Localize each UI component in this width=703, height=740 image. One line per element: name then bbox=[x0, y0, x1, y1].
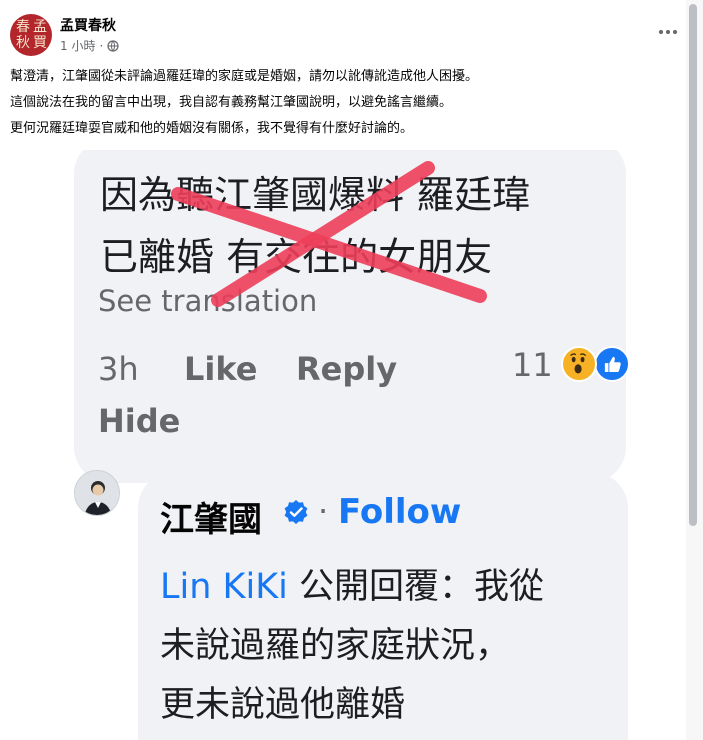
avatar-char: 春 bbox=[16, 19, 30, 35]
meta-separator: · bbox=[99, 38, 104, 53]
post-author[interactable]: 孟買春秋 bbox=[60, 15, 116, 35]
avatar-char: 買 bbox=[33, 35, 47, 51]
mention-link: Lin KiKi bbox=[160, 567, 288, 607]
more-options-icon[interactable] bbox=[652, 22, 684, 42]
name-separator: · bbox=[318, 492, 329, 530]
post-line: 幫澄清，江肇國從未評論過羅廷瑋的家庭或是婚姻，請勿以訛傳訛造成他人困擾。 bbox=[10, 69, 479, 84]
follow-button: Follow bbox=[338, 492, 462, 532]
post-header: 春 孟 秋 買 孟買春秋 1 小時 · 幫澄清，江肇國從未評論過羅廷瑋的家庭或是… bbox=[0, 0, 686, 150]
like-reaction-icon bbox=[594, 346, 630, 382]
scrollbar-thumb[interactable] bbox=[689, 4, 697, 526]
avatar-char: 孟 bbox=[33, 19, 47, 35]
see-translation-link: See translation bbox=[98, 284, 318, 318]
reply-line: Lin KiKi 公開回覆：我從 bbox=[160, 558, 544, 609]
reply-author: 江肇國 bbox=[160, 500, 262, 540]
avatar-char: 秋 bbox=[16, 35, 30, 51]
page-avatar[interactable]: 春 孟 秋 買 bbox=[10, 14, 52, 56]
reply-avatar bbox=[74, 470, 120, 516]
post-body: 幫澄清，江肇國從未評論過羅廷瑋的家庭或是婚姻，請勿以訛傳訛造成他人困擾。 這個說… bbox=[10, 64, 680, 142]
reply-line: 未說過羅的家庭狀況， bbox=[160, 626, 511, 666]
reply-button: Reply bbox=[296, 350, 398, 388]
post-time[interactable]: 1 小時 bbox=[60, 37, 95, 54]
reaction-count: 11 bbox=[512, 346, 553, 384]
reply-line: 更未說過他離婚 bbox=[160, 685, 406, 725]
post-meta: 1 小時 · bbox=[60, 37, 119, 54]
attached-screenshot[interactable]: 因為聽江肇國爆料 羅廷瑋 已離婚 有交往的女朋友 See translation… bbox=[0, 150, 686, 740]
post-line: 這個說法在我的留言中出現，我自認有義務幫江肇國說明，以避免謠言繼續。 bbox=[10, 95, 453, 110]
comment-line: 已離婚 有交往的女朋友 bbox=[100, 235, 493, 279]
globe-icon bbox=[107, 39, 119, 52]
verified-badge-icon bbox=[284, 500, 308, 524]
reply-text: 公開回覆：我從 bbox=[287, 567, 545, 607]
wow-reaction-icon bbox=[561, 346, 597, 382]
comment-time: 3h bbox=[98, 350, 139, 388]
like-button: Like bbox=[184, 350, 258, 388]
post-line: 更何況羅廷瑋耍官威和他的婚姻沒有關係，我不覺得有什麼好討論的。 bbox=[10, 121, 414, 136]
comment-line: 因為聽江肇國爆料 羅廷瑋 bbox=[100, 173, 531, 217]
hide-button: Hide bbox=[98, 402, 181, 440]
